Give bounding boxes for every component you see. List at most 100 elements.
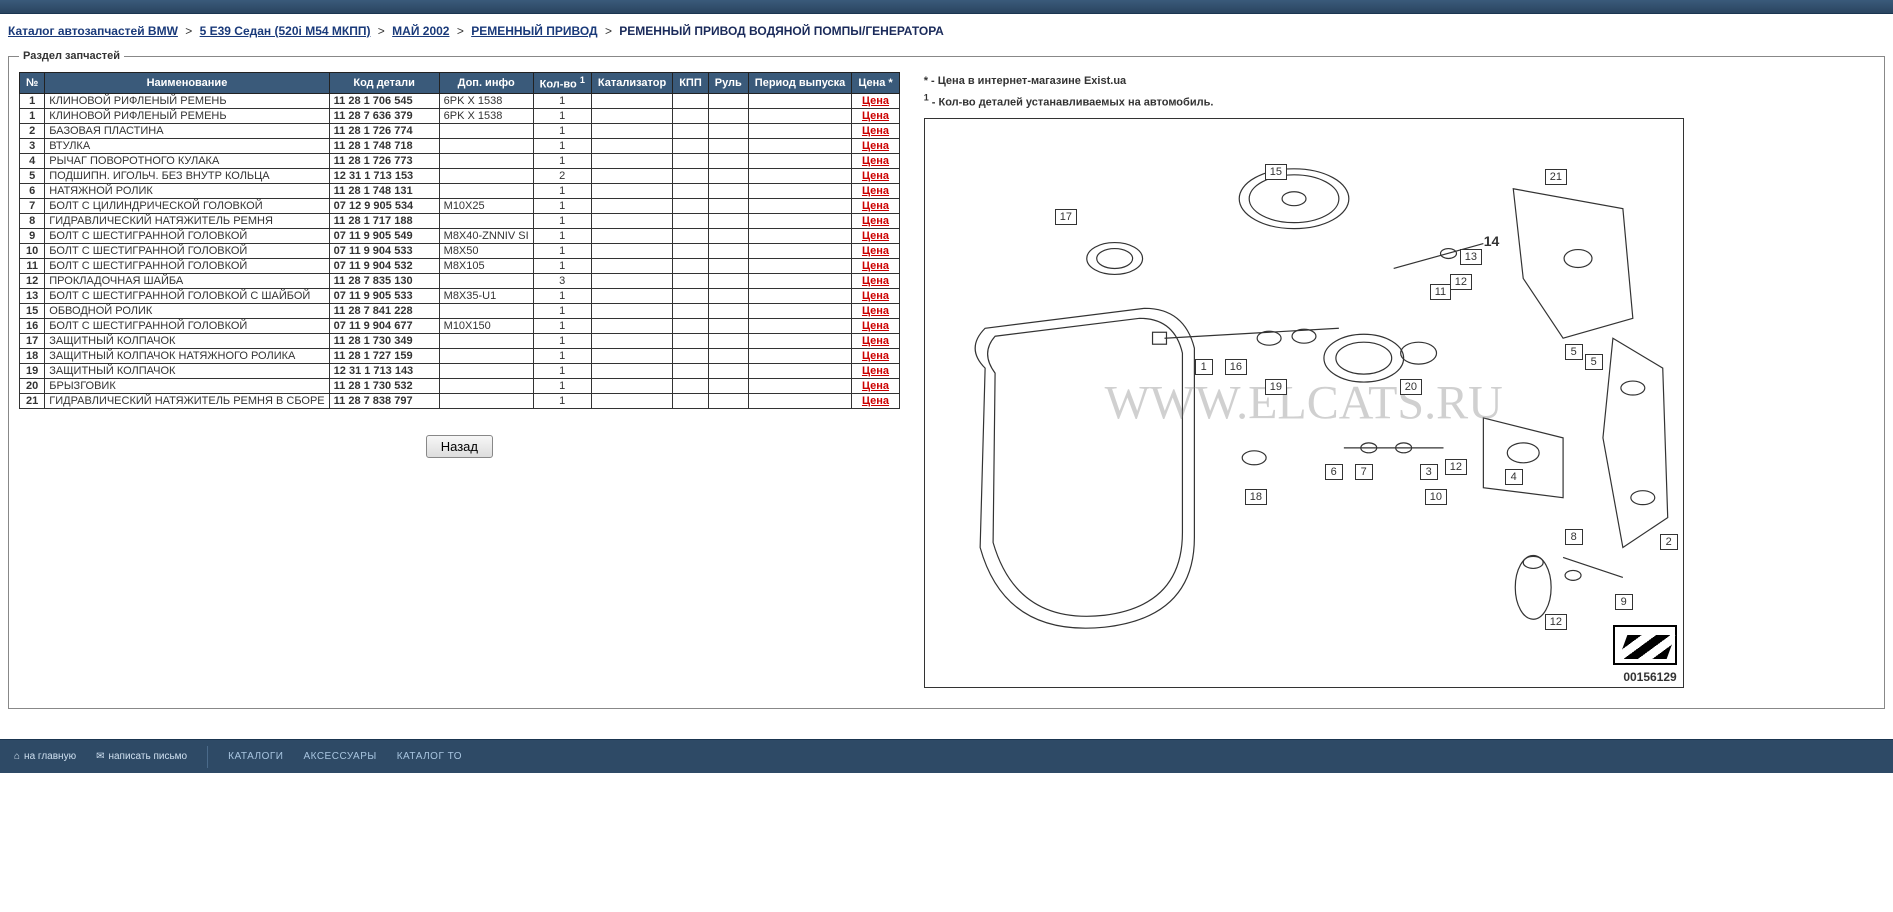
table-row: 7БОЛТ С ЦИЛИНДРИЧЕСКОЙ ГОЛОВКОЙ07 12 9 9… <box>20 198 900 213</box>
parts-diagram[interactable]: WWW.ELCATS.RU 15211713141211116551967203… <box>924 118 1684 688</box>
diagram-callout[interactable]: 19 <box>1265 379 1287 395</box>
price-link[interactable]: Цена <box>862 350 889 362</box>
diagram-svg <box>925 119 1683 687</box>
diagram-callout[interactable]: 2 <box>1660 534 1678 550</box>
cell-period <box>748 183 852 198</box>
notes: * - Цена в интернет-магазине Exist.ua 1 … <box>924 72 1874 112</box>
diagram-callout[interactable]: 5 <box>1565 344 1583 360</box>
cell-qty: 1 <box>533 378 591 393</box>
price-link[interactable]: Цена <box>862 290 889 302</box>
price-link[interactable]: Цена <box>862 320 889 332</box>
price-link[interactable]: Цена <box>862 365 889 377</box>
cell-name: ГИДРАВЛИЧЕСКИЙ НАТЯЖИТЕЛЬ РЕМНЯ <box>45 213 329 228</box>
table-row: 12ПРОКЛАДОЧНАЯ ШАЙБА11 28 7 835 1303Цена <box>20 273 900 288</box>
diagram-callout[interactable]: 12 <box>1450 274 1472 290</box>
cell-kpp <box>673 228 709 243</box>
price-link[interactable]: Цена <box>862 275 889 287</box>
cell-name: БОЛТ С ШЕСТИГРАННОЙ ГОЛОВКОЙ <box>45 318 329 333</box>
breadcrumb-link[interactable]: Каталог автозапчастей BMW <box>8 24 178 38</box>
cell-qty: 1 <box>533 348 591 363</box>
price-link[interactable]: Цена <box>862 245 889 257</box>
cell-code: 07 11 9 905 533 <box>329 288 439 303</box>
price-link[interactable]: Цена <box>862 230 889 242</box>
price-link[interactable]: Цена <box>862 260 889 272</box>
mail-icon: ✉ <box>96 751 104 762</box>
price-link[interactable]: Цена <box>862 215 889 227</box>
cell-kpp <box>673 303 709 318</box>
breadcrumb-link[interactable]: 5 E39 Седан (520i M54 МКПП) <box>200 24 371 38</box>
diagram-callout[interactable]: 16 <box>1225 359 1247 375</box>
diagram-callout[interactable]: 17 <box>1055 209 1077 225</box>
price-link[interactable]: Цена <box>862 395 889 407</box>
cell-info <box>439 393 533 408</box>
price-link[interactable]: Цена <box>862 305 889 317</box>
price-link[interactable]: Цена <box>862 125 889 137</box>
cell-name: КЛИНОВОЙ РИФЛЕНЫЙ РЕМЕНЬ <box>45 108 329 123</box>
footer-menu-item[interactable]: КАТАЛОГ ТО <box>397 751 462 762</box>
diagram-callout[interactable]: 11 <box>1430 284 1451 300</box>
diagram-callout[interactable]: 9 <box>1615 594 1633 610</box>
cell-cat <box>591 258 672 273</box>
cell-code: 12 31 1 713 143 <box>329 363 439 378</box>
price-link[interactable]: Цена <box>862 335 889 347</box>
cell-rul <box>708 303 748 318</box>
diagram-callout[interactable]: 13 <box>1460 249 1482 265</box>
cell-rul <box>708 108 748 123</box>
diagram-callout[interactable]: 14 <box>1480 234 1504 250</box>
diagram-callout[interactable]: 1 <box>1195 359 1213 375</box>
cell-period <box>748 138 852 153</box>
cell-rul <box>708 93 748 108</box>
price-link[interactable]: Цена <box>862 155 889 167</box>
table-row: 1КЛИНОВОЙ РИФЛЕНЫЙ РЕМЕНЬ11 28 7 636 379… <box>20 108 900 123</box>
diagram-callout[interactable]: 15 <box>1265 164 1287 180</box>
cell-code: 07 11 9 904 533 <box>329 243 439 258</box>
cell-rul <box>708 198 748 213</box>
footer-mail-link[interactable]: ✉ написать письмо <box>96 751 187 762</box>
diagram-callout[interactable]: 10 <box>1425 489 1447 505</box>
price-link[interactable]: Цена <box>862 380 889 392</box>
cell-name: НАТЯЖНОЙ РОЛИК <box>45 183 329 198</box>
diagram-callout[interactable]: 12 <box>1545 614 1567 630</box>
diagram-callout[interactable]: 7 <box>1355 464 1373 480</box>
cell-info <box>439 123 533 138</box>
cell-code: 11 28 1 726 774 <box>329 123 439 138</box>
cell-qty: 1 <box>533 93 591 108</box>
cell-name: ПОДШИПН. ИГОЛЬЧ. БЕЗ ВНУТР КОЛЬЦА <box>45 168 329 183</box>
top-banner <box>0 0 1893 14</box>
price-link[interactable]: Цена <box>862 185 889 197</box>
breadcrumb-sep: > <box>453 24 468 38</box>
price-link[interactable]: Цена <box>862 110 889 122</box>
cell-rul <box>708 378 748 393</box>
diagram-callout[interactable]: 18 <box>1245 489 1267 505</box>
price-link[interactable]: Цена <box>862 170 889 182</box>
cell-info <box>439 378 533 393</box>
cell-name: ПРОКЛАДОЧНАЯ ШАЙБА <box>45 273 329 288</box>
table-row: 17ЗАЩИТНЫЙ КОЛПАЧОК11 28 1 730 3491Цена <box>20 333 900 348</box>
diagram-callout[interactable]: 5 <box>1585 354 1603 370</box>
cell-num: 2 <box>20 123 45 138</box>
footer-menu-item[interactable]: АКСЕССУАРЫ <box>303 751 376 762</box>
breadcrumb-link[interactable]: МАЙ 2002 <box>392 24 449 38</box>
back-button[interactable]: Назад <box>426 435 493 458</box>
cell-cat <box>591 108 672 123</box>
price-link[interactable]: Цена <box>862 200 889 212</box>
diagram-callout[interactable]: 20 <box>1400 379 1422 395</box>
table-row: 15ОБВОДНОЙ РОЛИК11 28 7 841 2281Цена <box>20 303 900 318</box>
footer-home-link[interactable]: ⌂ на главную <box>14 751 76 762</box>
footer-menu-item[interactable]: КАТАЛОГИ <box>228 751 283 762</box>
price-link[interactable]: Цена <box>862 95 889 107</box>
diagram-callout[interactable]: 3 <box>1420 464 1438 480</box>
breadcrumb-link[interactable]: РЕМЕННЫЙ ПРИВОД <box>471 24 597 38</box>
cell-num: 4 <box>20 153 45 168</box>
cell-name: РЫЧАГ ПОВОРОТНОГО КУЛАКА <box>45 153 329 168</box>
diagram-callout[interactable]: 6 <box>1325 464 1343 480</box>
table-wrapper: № Наименование Код детали Доп. инфо Кол-… <box>19 72 900 458</box>
diagram-callout[interactable]: 21 <box>1545 169 1567 185</box>
cell-price: Цена <box>852 213 899 228</box>
price-link[interactable]: Цена <box>862 140 889 152</box>
cell-kpp <box>673 333 709 348</box>
diagram-callout[interactable]: 8 <box>1565 529 1583 545</box>
cell-info <box>439 333 533 348</box>
diagram-callout[interactable]: 12 <box>1445 459 1467 475</box>
diagram-callout[interactable]: 4 <box>1505 469 1523 485</box>
